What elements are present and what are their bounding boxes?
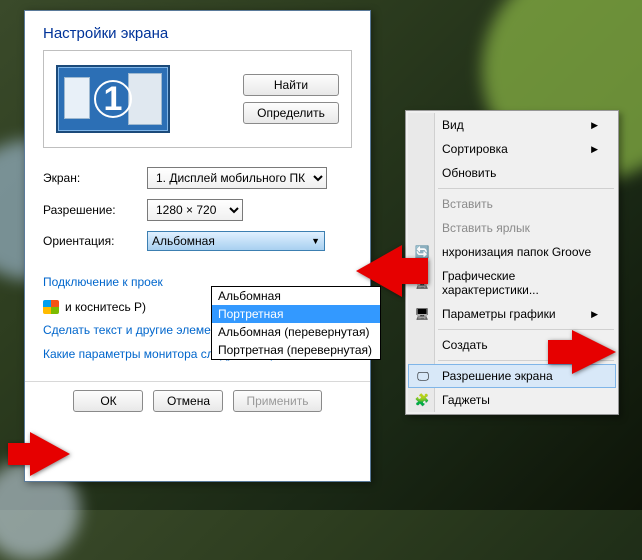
orientation-label: Ориентация: (43, 234, 143, 248)
detect-button[interactable]: Определить (243, 102, 339, 124)
ctx-groove-sync[interactable]: 🔄нхронизация папок Groove (408, 240, 616, 264)
orientation-option[interactable]: Портретная (перевернутая) (212, 341, 380, 359)
monitor-preview-box: 1 Найти Определить (43, 50, 352, 148)
monitor-icon: 🖵 (415, 368, 431, 384)
orientation-option[interactable]: Портретная (212, 305, 380, 323)
gfx-icon: 🖥 (414, 306, 430, 322)
orientation-option[interactable]: Альбомная (перевернутая) (212, 323, 380, 341)
apply-button[interactable]: Применить (233, 390, 321, 412)
display-settings-dialog: Настройки экрана 1 Найти Определить Экра… (24, 10, 371, 482)
red-arrow-annotation (30, 432, 70, 476)
red-arrow-annotation (572, 330, 616, 374)
projector-link[interactable]: Подключение к проек (43, 274, 163, 290)
gadgets-icon: 🧩 (414, 392, 430, 408)
orientation-dropdown[interactable]: Альбомная Портретная Альбомная (переверн… (211, 286, 381, 360)
monitor-number: 1 (94, 80, 132, 118)
monitor-thumbnail[interactable]: 1 (56, 65, 170, 133)
ctx-paste: Вставить (408, 192, 616, 216)
resolution-select[interactable]: 1280 × 720 (147, 199, 243, 221)
ctx-gfx-characteristics[interactable]: 🖥Графические характеристики... (408, 264, 616, 302)
projector-shortcut-note: и коснитесь P) (65, 300, 146, 314)
cancel-button[interactable]: Отмена (153, 390, 223, 412)
screen-select[interactable]: 1. Дисплей мобильного ПК (147, 167, 327, 189)
orientation-select[interactable]: Альбомная▼ (147, 231, 325, 251)
ok-button[interactable]: ОК (73, 390, 143, 412)
resolution-label: Разрешение: (43, 203, 143, 217)
screen-label: Экран: (43, 171, 143, 185)
ctx-view[interactable]: Вид▶ (408, 113, 616, 137)
ctx-gfx-params[interactable]: 🖥Параметры графики▶ (408, 302, 616, 326)
find-button[interactable]: Найти (243, 74, 339, 96)
dialog-title: Настройки экрана (25, 11, 370, 50)
ctx-sort[interactable]: Сортировка▶ (408, 137, 616, 161)
ctx-refresh[interactable]: Обновить (408, 161, 616, 185)
ctx-gadgets[interactable]: 🧩Гаджеты (408, 388, 616, 412)
ctx-paste-shortcut: Вставить ярлык (408, 216, 616, 240)
windows-flag-icon (43, 300, 59, 314)
orientation-option[interactable]: Альбомная (212, 287, 380, 305)
